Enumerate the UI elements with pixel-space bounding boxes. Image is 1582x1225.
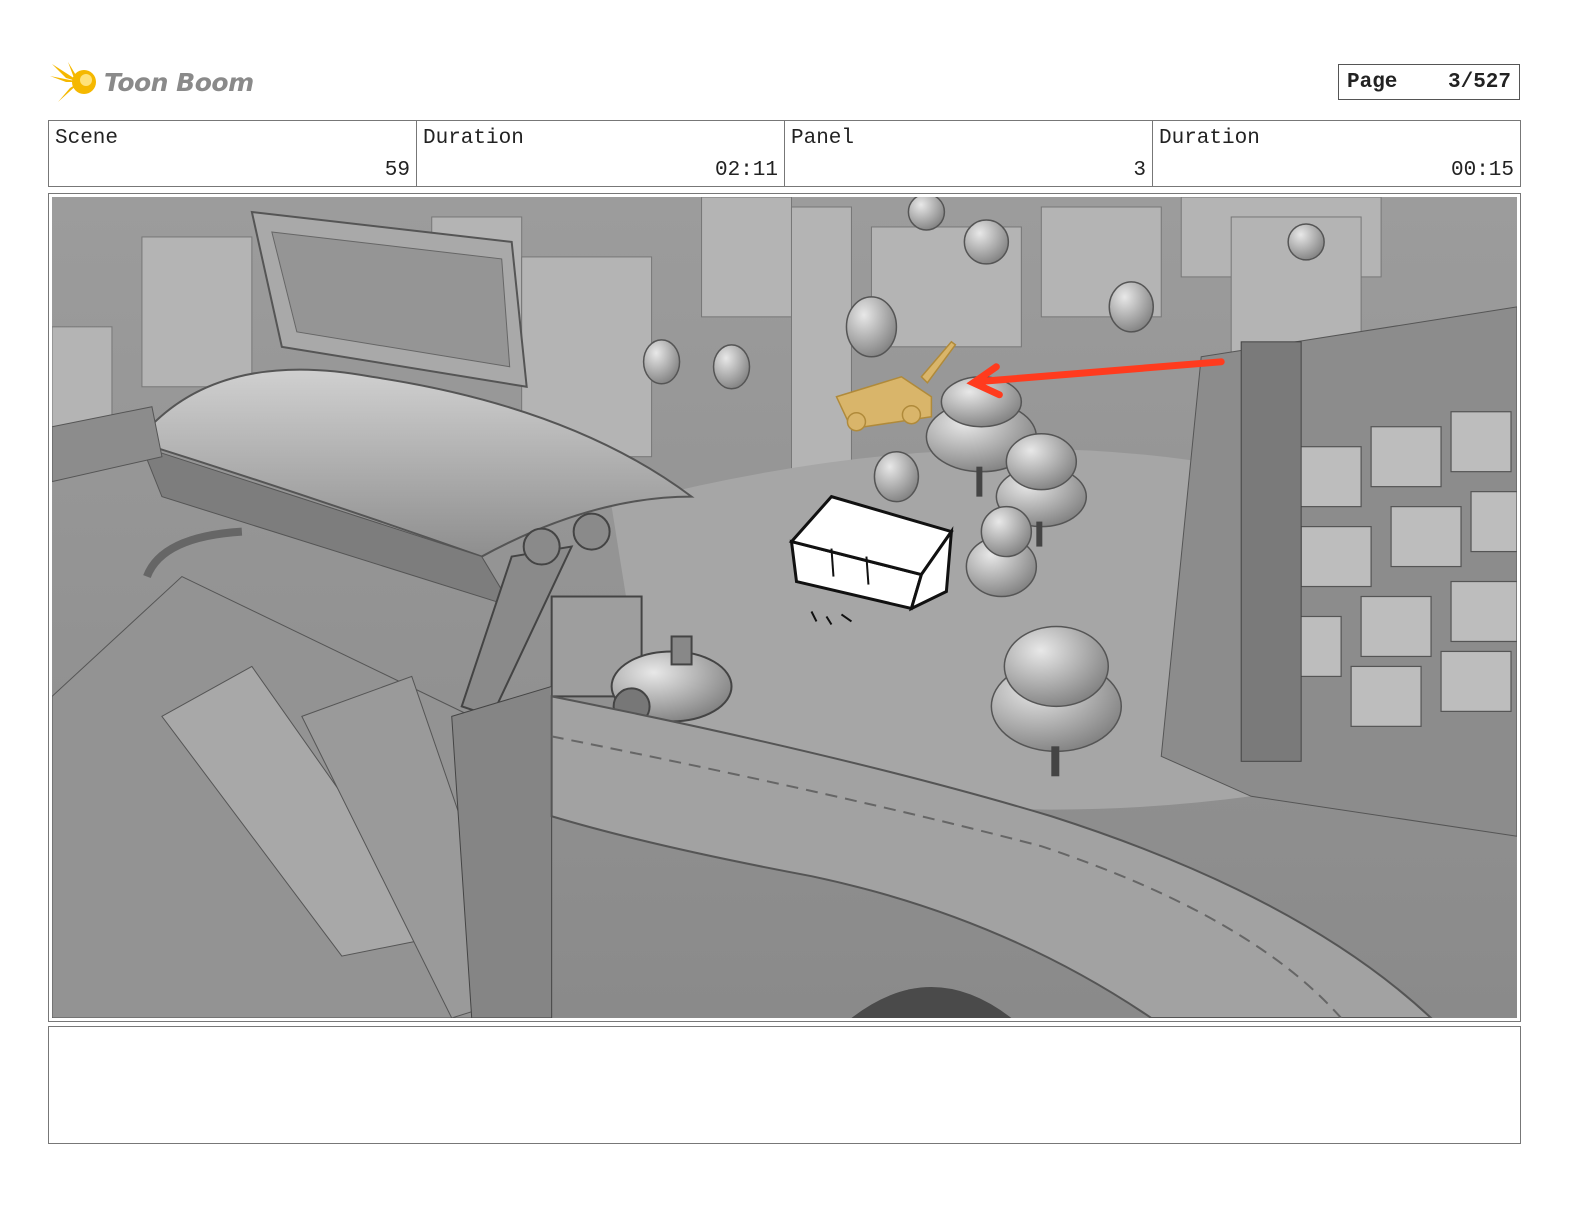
page-value: 3/527 [1447,70,1511,94]
panel-info-row: Scene 59 Duration 02:11 Panel 3 Duration… [48,120,1521,187]
scene-label: Scene [55,127,119,150]
panel-duration-value: 00:15 [1450,159,1514,182]
storyboard-panel-image [48,193,1521,1022]
scene-duration-label: Duration [423,127,524,150]
scene-duration-cell: Duration 02:11 [417,121,785,186]
panel-duration-cell: Duration 00:15 [1153,121,1520,186]
page-indicator: Page 3/527 [1338,64,1520,100]
panel-label: Panel [791,127,855,150]
page-label: Page [1347,70,1398,94]
scene-cell: Scene 59 [49,121,417,186]
brand-name: Toon Boom [104,67,254,97]
scene-duration-value: 02:11 [714,159,778,182]
toon-boom-logo: Toon Boom [50,56,254,108]
panel-cell: Panel 3 [785,121,1153,186]
panel-value: 3 [1133,159,1146,182]
panel-notes-box [48,1026,1521,1144]
scene-value: 59 [384,159,410,182]
city-scene-render [52,197,1517,1018]
starburst-icon [50,62,96,102]
panel-duration-label: Duration [1159,127,1260,150]
